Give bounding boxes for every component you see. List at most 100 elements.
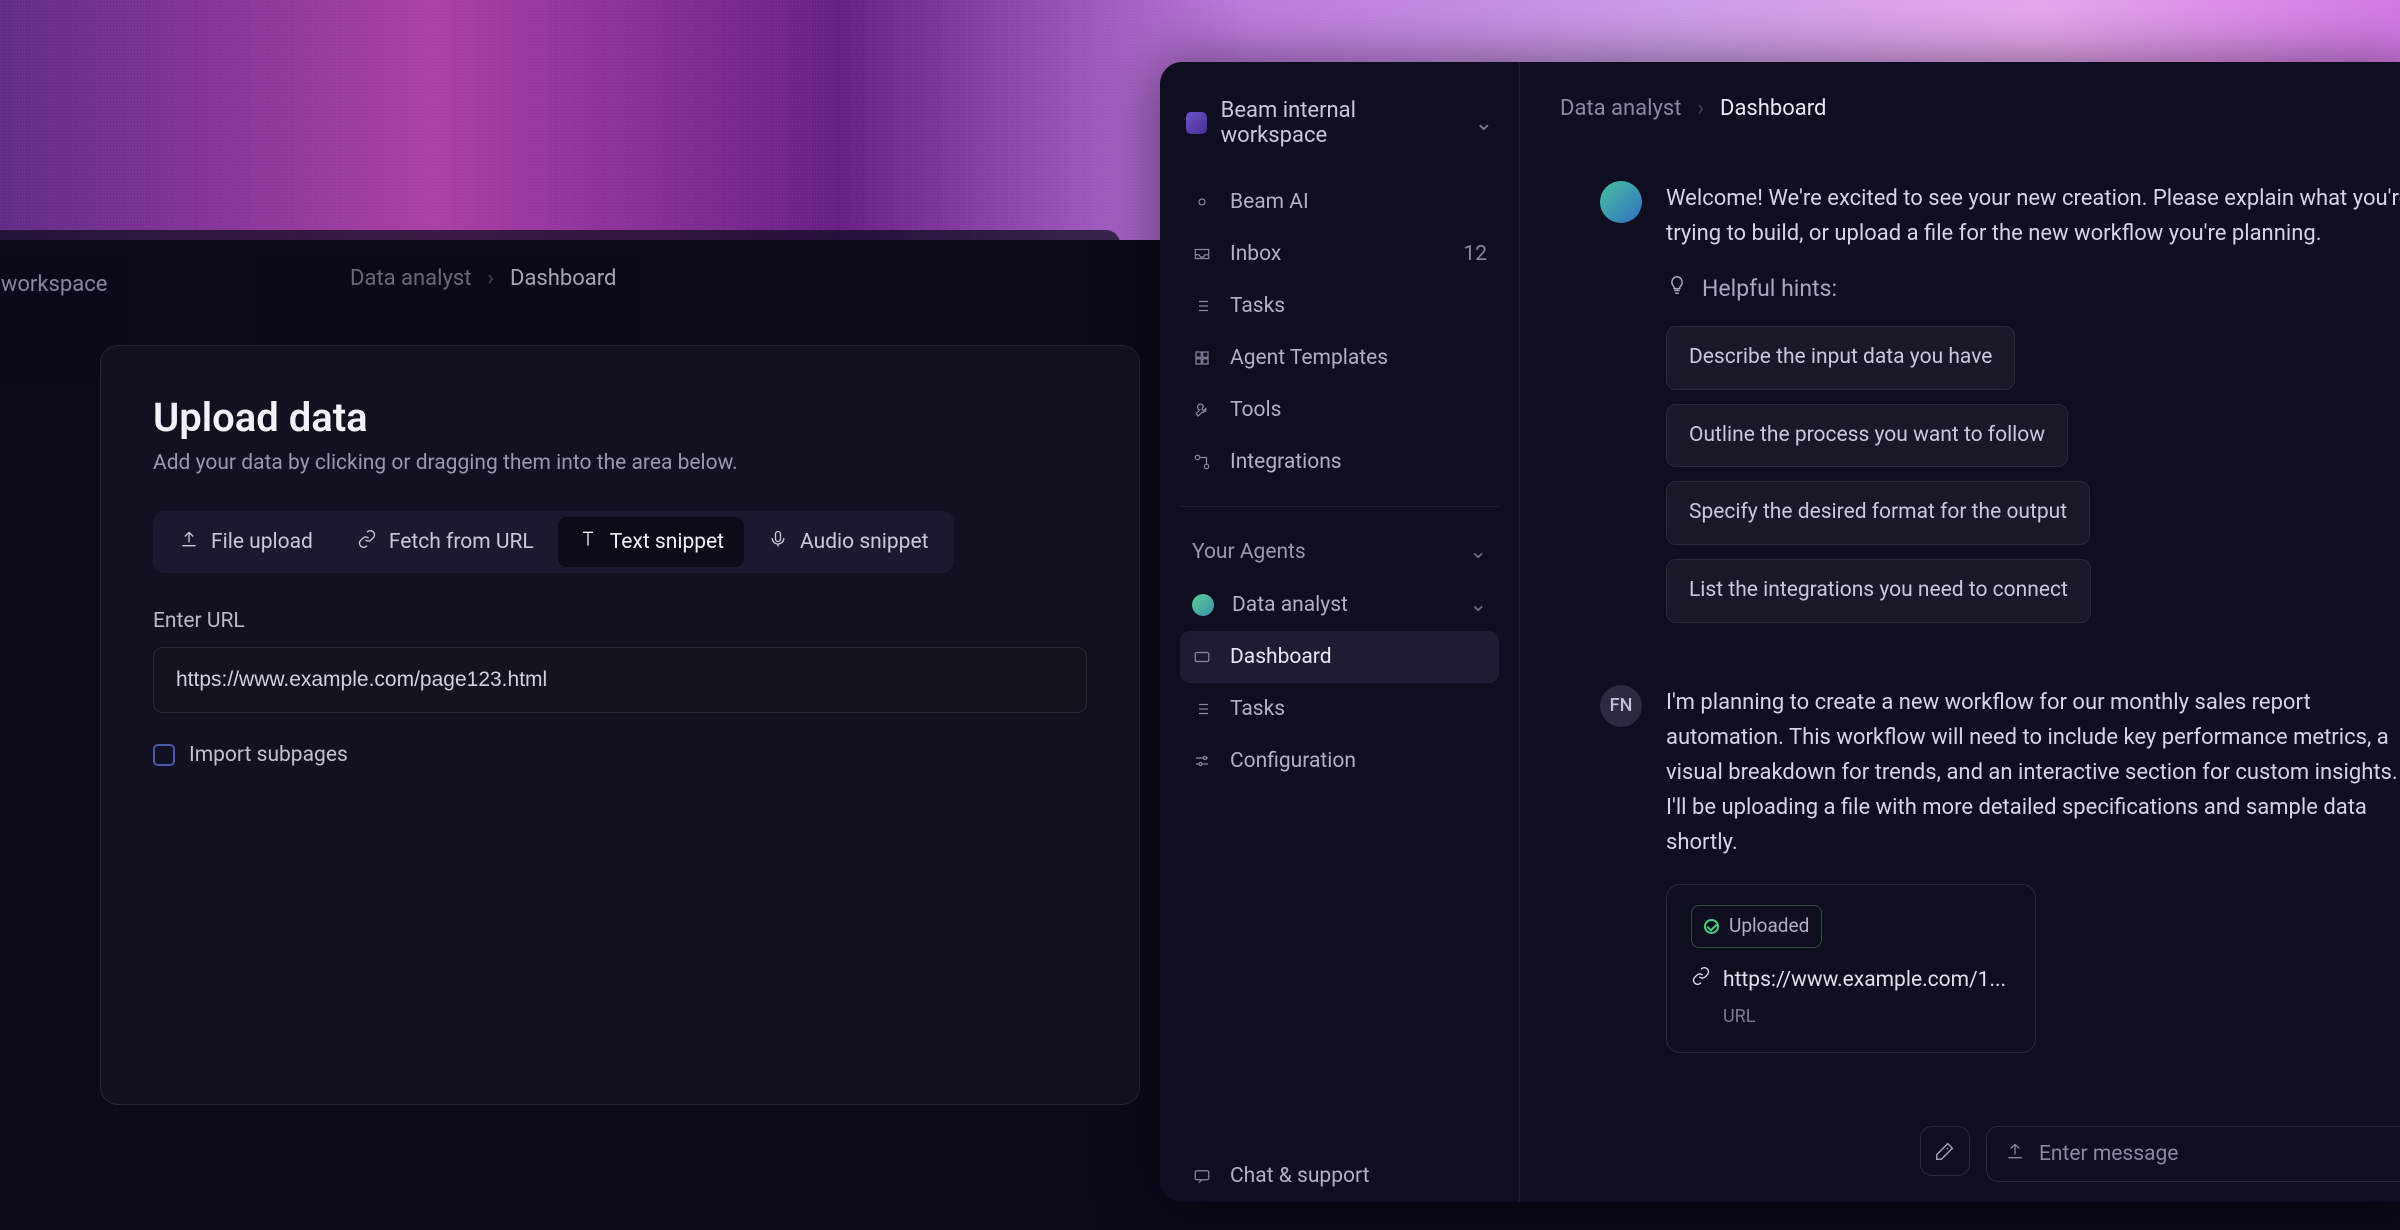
inbox-icon [1192, 244, 1212, 264]
tab-audio-snippet[interactable]: Audio snippet [748, 517, 948, 567]
attachment-card[interactable]: Uploaded https://www.example.com/1... UR… [1666, 884, 2036, 1053]
bot-message-text: Welcome! We're excited to see your new c… [1666, 181, 2400, 251]
workspace-name: Beam internal workspace [1221, 98, 1453, 148]
sidebar: Beam internal workspace ⌄ Beam AI Inbox … [1160, 62, 1520, 1202]
divider [1180, 506, 1499, 507]
link-icon [357, 529, 377, 555]
sidebar-item-configuration[interactable]: Configuration [1180, 735, 1499, 787]
list-icon [1192, 699, 1212, 719]
sidebar-item-label: Integrations [1230, 450, 1342, 474]
sidebar-item-agent-templates[interactable]: Agent Templates [1180, 332, 1499, 384]
breadcrumb-current: Dashboard [1720, 96, 1826, 121]
chevron-right-icon: › [487, 266, 494, 291]
checkbox-icon[interactable] [153, 744, 175, 766]
text-icon [578, 529, 598, 555]
workspace-icon [1186, 112, 1207, 134]
tab-file-upload[interactable]: File upload [159, 517, 333, 567]
upload-icon [2005, 1141, 2025, 1167]
chat-icon [1192, 1166, 1212, 1186]
attachment-name: https://www.example.com/1... [1723, 964, 2006, 998]
dashboard-icon [1192, 647, 1212, 667]
sidebar-section-agents[interactable]: Your Agents ⌄ [1180, 525, 1499, 578]
url-input[interactable] [153, 647, 1087, 713]
link-icon [1691, 964, 1711, 998]
sidebar-item-tools[interactable]: Tools [1180, 384, 1499, 436]
lightbulb-icon [1666, 271, 1688, 308]
breadcrumb-parent[interactable]: Data analyst [1560, 96, 1681, 121]
check-circle-icon [1704, 919, 1719, 934]
sidebar-item-label: Inbox [1230, 242, 1281, 266]
hint-chip[interactable]: Specify the desired format for the outpu… [1666, 481, 2090, 545]
sidebar-item-agent-tasks[interactable]: Tasks [1180, 683, 1499, 735]
sidebar-item-inbox[interactable]: Inbox 12 [1180, 228, 1499, 280]
mic-icon [768, 529, 788, 555]
user-message-text: I'm planning to create a new workflow fo… [1666, 685, 2400, 861]
sidebar-item-beam-ai[interactable]: Beam AI [1180, 176, 1499, 228]
sidebar-item-integrations[interactable]: Integrations [1180, 436, 1499, 488]
hint-chip[interactable]: List the integrations you need to connec… [1666, 559, 2091, 623]
message-input-placeholder: Enter message [2039, 1142, 2178, 1166]
tab-text-snippet[interactable]: Text snippet [558, 517, 744, 567]
sidebar-item-label: Configuration [1230, 749, 1356, 773]
sidebar-item-label: Chat & support [1230, 1164, 1369, 1188]
hints-label: Helpful hints: [1702, 271, 1837, 308]
section-label: Your Agents [1192, 540, 1306, 564]
tab-text-snippet-label: Text snippet [610, 530, 724, 554]
integration-icon [1192, 452, 1212, 472]
sparkle-icon [1192, 192, 1212, 212]
chat-area: Welcome! We're excited to see your new c… [1520, 141, 2400, 1202]
chevron-down-icon: ⌄ [1475, 111, 1493, 136]
sidebar-agent-data-analyst[interactable]: Data analyst ⌄ [1180, 578, 1499, 631]
chevron-right-icon: › [1697, 96, 1704, 121]
import-subpages-row[interactable]: Import subpages [153, 743, 1087, 767]
modal-subtitle: Add your data by clicking or dragging th… [153, 451, 1087, 475]
main-panel: Data analyst › Dashboard Welcome! We're … [1520, 62, 2400, 1202]
sidebar-item-label: Data analyst [1232, 593, 1348, 617]
chevron-down-icon: ⌄ [1469, 592, 1487, 617]
message-user: FN I'm planning to create a new workflow… [1600, 685, 2400, 1054]
agent-avatar-icon [1192, 594, 1214, 616]
sidebar-item-tasks[interactable]: Tasks [1180, 280, 1499, 332]
sidebar-item-label: Agent Templates [1230, 346, 1388, 370]
list-icon [1192, 296, 1212, 316]
back-breadcrumb: Data analyst › Dashboard [350, 266, 616, 291]
tab-audio-snippet-label: Audio snippet [800, 530, 928, 554]
grid-icon [1192, 348, 1212, 368]
tab-fetch-url[interactable]: Fetch from URL [337, 517, 554, 567]
hints-header: Helpful hints: [1666, 271, 2400, 308]
back-breadcrumb-current: Dashboard [510, 266, 616, 291]
sidebar-item-label: Tasks [1230, 697, 1285, 721]
back-breadcrumb-parent: Data analyst [350, 266, 471, 291]
upload-data-modal: Upload data Add your data by clicking or… [100, 345, 1140, 1105]
composer: Enter message [1920, 1106, 2400, 1202]
url-field-label: Enter URL [153, 609, 1087, 633]
hint-chip[interactable]: Outline the process you want to follow [1666, 404, 2068, 468]
user-avatar: FN [1600, 685, 1642, 727]
main-window: Beam internal workspace ⌄ Beam AI Inbox … [1160, 62, 2400, 1202]
tab-file-upload-label: File upload [211, 530, 313, 554]
sidebar-item-label: Tools [1230, 398, 1281, 422]
workspace-switcher[interactable]: Beam internal workspace ⌄ [1180, 90, 1499, 176]
message-input[interactable]: Enter message [1986, 1126, 2400, 1182]
sidebar-item-label: Tasks [1230, 294, 1285, 318]
sidebar-item-label: Beam AI [1230, 190, 1309, 214]
breadcrumb: Data analyst › Dashboard [1520, 62, 2400, 141]
inbox-badge: 12 [1463, 242, 1487, 266]
import-subpages-label: Import subpages [189, 743, 348, 767]
sliders-icon [1192, 751, 1212, 771]
upload-status-badge: Uploaded [1691, 905, 1822, 947]
wrench-icon [1192, 400, 1212, 420]
upload-status-label: Uploaded [1729, 911, 1809, 941]
upload-icon [179, 529, 199, 555]
sidebar-item-dashboard[interactable]: Dashboard [1180, 631, 1499, 683]
upload-tabs: File upload Fetch from URL Text snippet … [153, 511, 954, 573]
sidebar-item-label: Dashboard [1230, 645, 1332, 669]
magic-wand-button[interactable] [1920, 1126, 1970, 1176]
hint-chip[interactable]: Describe the input data you have [1666, 326, 2015, 390]
bot-avatar [1600, 181, 1642, 223]
chevron-down-icon: ⌄ [1469, 539, 1487, 564]
sidebar-item-chat-support[interactable]: Chat & support [1180, 1150, 1500, 1202]
tab-fetch-url-label: Fetch from URL [389, 530, 534, 554]
message-bot: Welcome! We're excited to see your new c… [1600, 181, 2400, 637]
attachment-type: URL [1723, 1003, 2011, 1032]
